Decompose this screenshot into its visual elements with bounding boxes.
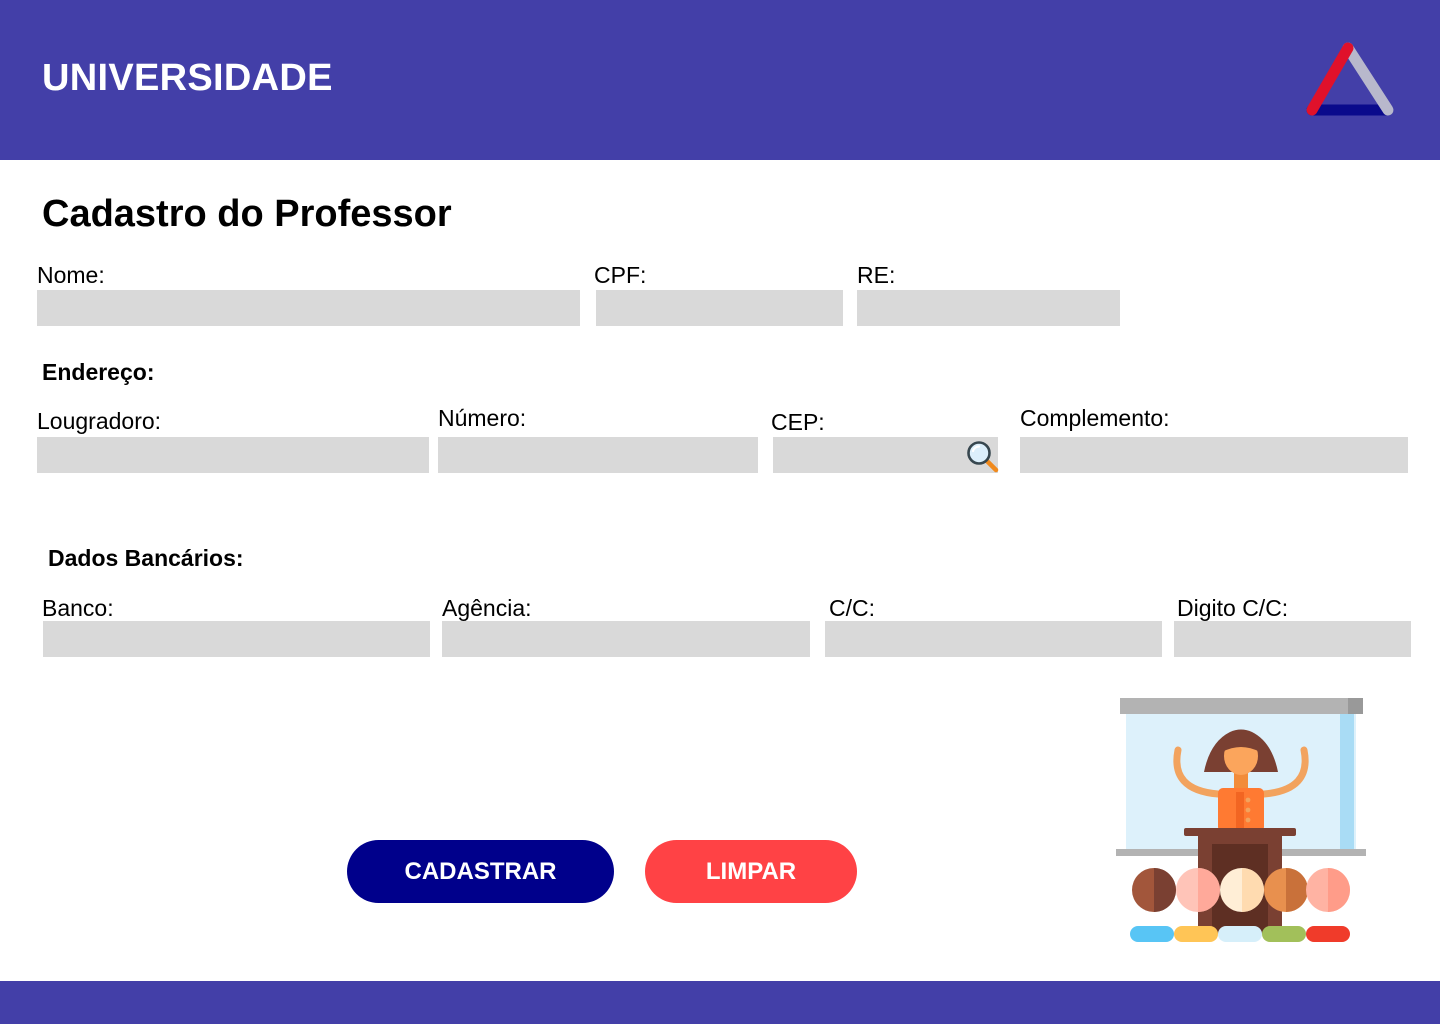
digito-input[interactable]	[1174, 621, 1411, 657]
teacher-lecture-illustration	[1116, 698, 1366, 942]
cpf-label: CPF:	[594, 262, 647, 288]
agencia-input[interactable]	[442, 621, 810, 657]
complemento-label: Complemento:	[1020, 405, 1170, 431]
agencia-label: Agência:	[442, 595, 532, 621]
cc-input[interactable]	[825, 621, 1162, 657]
nome-input[interactable]	[37, 290, 580, 326]
numero-input[interactable]	[438, 437, 758, 473]
banco-label: Banco:	[42, 595, 114, 621]
limpar-button[interactable]: LIMPAR	[645, 840, 857, 903]
cep-label: CEP:	[771, 409, 825, 435]
bank-section-title: Dados Bancários:	[48, 545, 244, 571]
digito-label: Digito C/C:	[1177, 595, 1289, 621]
complemento-input[interactable]	[1020, 437, 1408, 473]
cpf-input[interactable]	[596, 290, 843, 326]
footer-bar	[0, 981, 1440, 1024]
banco-input[interactable]	[43, 621, 430, 657]
triangle-logo-icon	[1306, 42, 1394, 116]
re-label: RE:	[857, 262, 896, 288]
header-bar: UNIVERSIDADE	[0, 0, 1440, 160]
numero-label: Número:	[438, 405, 527, 431]
cadastrar-button[interactable]: CADASTRAR	[347, 840, 614, 903]
page-title: Cadastro do Professor	[42, 193, 452, 235]
logradouro-label: Lougradoro:	[37, 408, 162, 434]
magnifier-icon[interactable]	[964, 438, 1000, 474]
address-section-title: Endereço:	[42, 359, 155, 385]
re-input[interactable]	[857, 290, 1120, 326]
logradouro-input[interactable]	[37, 437, 429, 473]
cc-label: C/C:	[829, 595, 875, 621]
app-title: UNIVERSIDADE	[42, 57, 333, 99]
nome-label: Nome:	[37, 262, 105, 288]
